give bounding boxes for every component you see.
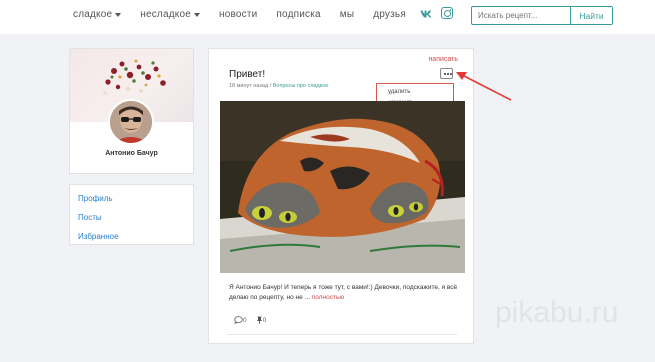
search-form: Найти — [471, 6, 613, 25]
pin-icon — [256, 316, 262, 324]
pins-count: 0 — [262, 316, 267, 324]
post-category-link[interactable]: Вопросы про сладкое — [273, 83, 329, 89]
nav-item-news[interactable]: новости — [219, 9, 257, 20]
post-image[interactable] — [220, 101, 465, 273]
divider — [227, 334, 457, 335]
comments-count: 0 — [243, 316, 247, 324]
delete-post-item[interactable]: удалить — [377, 87, 453, 98]
nav-label: подписка — [276, 9, 321, 20]
search-input[interactable] — [472, 7, 570, 24]
post-card: написать Привет! 18 минут назад / Вопрос… — [208, 48, 474, 344]
nav-item-friends[interactable]: друзья — [373, 9, 406, 20]
menu-item-favorites[interactable]: Избранное — [70, 227, 193, 246]
dot-icon — [443, 73, 446, 75]
pins-stat[interactable]: 0 — [256, 316, 267, 324]
chevron-down-icon — [115, 12, 122, 17]
comments-stat[interactable]: 0 — [234, 316, 247, 324]
menu-item-posts[interactable]: Посты — [70, 208, 193, 227]
nav-item-savory[interactable]: несладкое — [140, 9, 200, 20]
comment-icon — [234, 316, 243, 324]
nav-label: несладкое — [140, 9, 191, 20]
instagram-icon[interactable] — [441, 7, 453, 19]
post-meta: 18 минут назад / Вопросы про сладкое — [229, 83, 328, 89]
more-options-button[interactable] — [440, 68, 453, 79]
profile-card: Антонио Бачур — [69, 48, 194, 174]
write-post-link[interactable]: написать — [428, 56, 458, 63]
menu-item-profile[interactable]: Профиль — [70, 189, 193, 208]
nav-label: друзья — [373, 9, 406, 20]
search-button[interactable]: Найти — [570, 7, 612, 24]
meta-separator: / — [269, 83, 272, 89]
chevron-down-icon — [193, 12, 200, 17]
dot-icon — [446, 73, 449, 75]
profile-name: Антонио Бачур — [105, 150, 158, 157]
nav-item-sweet[interactable]: сладкое — [73, 9, 122, 20]
vk-icon[interactable] — [420, 9, 434, 19]
nav-label: новости — [218, 9, 258, 20]
post-excerpt: Я Антонио Бачур! И теперь я тоже тут, с … — [229, 283, 459, 303]
post-time: 18 минут назад — [229, 83, 269, 89]
nav-item-subscription[interactable]: подписка — [276, 9, 320, 20]
main-nav: сладкое несладкое новости подписка мы др… — [73, 9, 425, 20]
dot-icon — [449, 73, 452, 75]
post-stats: 0 0 — [234, 316, 275, 324]
nav-item-about[interactable]: мы — [340, 9, 354, 20]
profile-menu: Профиль Посты Избранное — [69, 184, 194, 245]
avatar[interactable] — [108, 99, 154, 145]
top-navbar: сладкое несладкое новости подписка мы др… — [0, 0, 655, 34]
nav-label: мы — [339, 9, 355, 20]
watermark-logo: pikabu.ru — [495, 296, 619, 329]
post-title[interactable]: Привет! — [229, 69, 265, 80]
read-more-link[interactable]: полностью — [312, 294, 344, 301]
nav-label: сладкое — [73, 9, 113, 20]
